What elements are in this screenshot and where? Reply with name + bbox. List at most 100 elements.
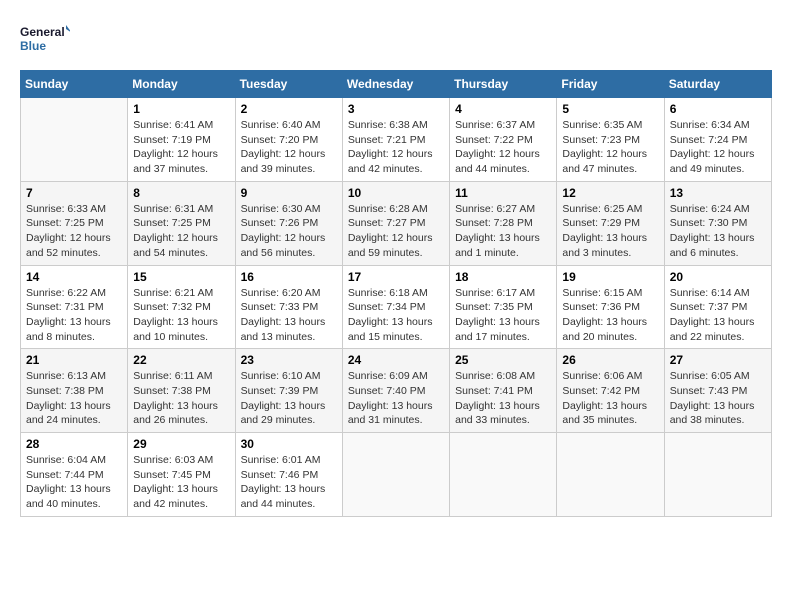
day-info: Sunrise: 6:08 AMSunset: 7:41 PMDaylight:…: [455, 369, 551, 428]
day-info: Sunrise: 6:17 AMSunset: 7:35 PMDaylight:…: [455, 286, 551, 345]
svg-text:General: General: [20, 25, 65, 39]
day-number: 28: [26, 437, 122, 451]
calendar-cell: 26 Sunrise: 6:06 AMSunset: 7:42 PMDayligh…: [557, 349, 664, 433]
day-info: Sunrise: 6:05 AMSunset: 7:43 PMDaylight:…: [670, 369, 766, 428]
day-info: Sunrise: 6:21 AMSunset: 7:32 PMDaylight:…: [133, 286, 229, 345]
calendar-cell: 19 Sunrise: 6:15 AMSunset: 7:36 PMDayligh…: [557, 265, 664, 349]
day-header-thursday: Thursday: [450, 71, 557, 98]
calendar-cell: 2Sunrise: 6:40 AMSunset: 7:20 PMDaylight…: [235, 98, 342, 182]
day-header-wednesday: Wednesday: [342, 71, 449, 98]
calendar-cell: 1 Sunrise: 6:41 AMSunset: 7:19 PMDaylight…: [128, 98, 235, 182]
day-number: 1: [133, 102, 229, 116]
week-row-1: 1 Sunrise: 6:41 AMSunset: 7:19 PMDaylight…: [21, 98, 772, 182]
day-header-tuesday: Tuesday: [235, 71, 342, 98]
week-row-2: 7Sunrise: 6:33 AMSunset: 7:25 PMDaylight…: [21, 181, 772, 265]
calendar-cell: 13 Sunrise: 6:24 AMSunset: 7:30 PMDayligh…: [664, 181, 771, 265]
calendar-cell: [450, 433, 557, 517]
day-info: Sunrise: 6:25 AMSunset: 7:29 PMDaylight:…: [562, 202, 658, 261]
day-number: 16: [241, 270, 337, 284]
day-info: Sunrise: 6:18 AMSunset: 7:34 PMDaylight:…: [348, 286, 444, 345]
day-number: 12: [562, 186, 658, 200]
calendar-cell: 5 Sunrise: 6:35 AMSunset: 7:23 PMDaylight…: [557, 98, 664, 182]
day-number: 24: [348, 353, 444, 367]
day-number: 23: [241, 353, 337, 367]
calendar-cell: 15 Sunrise: 6:21 AMSunset: 7:32 PMDayligh…: [128, 265, 235, 349]
day-number: 3: [348, 102, 444, 116]
day-number: 10: [348, 186, 444, 200]
calendar-table: SundayMondayTuesdayWednesdayThursdayFrid…: [20, 70, 772, 517]
day-info: Sunrise: 6:11 AMSunset: 7:38 PMDaylight:…: [133, 369, 229, 428]
day-number: 5: [562, 102, 658, 116]
calendar-cell: 9 Sunrise: 6:30 AMSunset: 7:26 PMDaylight…: [235, 181, 342, 265]
day-header-friday: Friday: [557, 71, 664, 98]
day-number: 6: [670, 102, 766, 116]
calendar-cell: 11 Sunrise: 6:27 AMSunset: 7:28 PMDayligh…: [450, 181, 557, 265]
calendar-cell: 28 Sunrise: 6:04 AMSunset: 7:44 PMDayligh…: [21, 433, 128, 517]
day-number: 27: [670, 353, 766, 367]
day-info: Sunrise: 6:28 AMSunset: 7:27 PMDaylight:…: [348, 202, 444, 261]
day-info: Sunrise: 6:15 AMSunset: 7:36 PMDaylight:…: [562, 286, 658, 345]
day-number: 26: [562, 353, 658, 367]
day-info: Sunrise: 6:01 AMSunset: 7:46 PMDaylight:…: [241, 453, 337, 512]
calendar-cell: 6 Sunrise: 6:34 AMSunset: 7:24 PMDaylight…: [664, 98, 771, 182]
calendar-cell: [342, 433, 449, 517]
day-info: Sunrise: 6:13 AMSunset: 7:38 PMDaylight:…: [26, 369, 122, 428]
calendar-cell: 25 Sunrise: 6:08 AMSunset: 7:41 PMDayligh…: [450, 349, 557, 433]
day-number: 11: [455, 186, 551, 200]
calendar-cell: 7Sunrise: 6:33 AMSunset: 7:25 PMDaylight…: [21, 181, 128, 265]
calendar-cell: 21 Sunrise: 6:13 AMSunset: 7:38 PMDayligh…: [21, 349, 128, 433]
day-number: 17: [348, 270, 444, 284]
day-number: 20: [670, 270, 766, 284]
day-header-monday: Monday: [128, 71, 235, 98]
calendar-cell: 10 Sunrise: 6:28 AMSunset: 7:27 PMDayligh…: [342, 181, 449, 265]
day-number: 21: [26, 353, 122, 367]
day-info: Sunrise: 6:37 AMSunset: 7:22 PMDaylight:…: [455, 118, 551, 177]
day-header-saturday: Saturday: [664, 71, 771, 98]
calendar-cell: 4Sunrise: 6:37 AMSunset: 7:22 PMDaylight…: [450, 98, 557, 182]
week-row-4: 21 Sunrise: 6:13 AMSunset: 7:38 PMDayligh…: [21, 349, 772, 433]
day-number: 29: [133, 437, 229, 451]
calendar-cell: 3 Sunrise: 6:38 AMSunset: 7:21 PMDaylight…: [342, 98, 449, 182]
day-info: Sunrise: 6:09 AMSunset: 7:40 PMDaylight:…: [348, 369, 444, 428]
day-info: Sunrise: 6:20 AMSunset: 7:33 PMDaylight:…: [241, 286, 337, 345]
day-info: Sunrise: 6:41 AMSunset: 7:19 PMDaylight:…: [133, 118, 229, 177]
day-number: 25: [455, 353, 551, 367]
calendar-cell: 14Sunrise: 6:22 AMSunset: 7:31 PMDayligh…: [21, 265, 128, 349]
day-number: 19: [562, 270, 658, 284]
day-number: 14: [26, 270, 122, 284]
day-number: 15: [133, 270, 229, 284]
day-info: Sunrise: 6:27 AMSunset: 7:28 PMDaylight:…: [455, 202, 551, 261]
logo-icon: General Blue: [20, 20, 70, 60]
calendar-header-row: SundayMondayTuesdayWednesdayThursdayFrid…: [21, 71, 772, 98]
calendar-cell: 30 Sunrise: 6:01 AMSunset: 7:46 PMDayligh…: [235, 433, 342, 517]
day-info: Sunrise: 6:10 AMSunset: 7:39 PMDaylight:…: [241, 369, 337, 428]
page-header: General Blue: [20, 20, 772, 60]
calendar-cell: 8Sunrise: 6:31 AMSunset: 7:25 PMDaylight…: [128, 181, 235, 265]
day-info: Sunrise: 6:30 AMSunset: 7:26 PMDaylight:…: [241, 202, 337, 261]
day-info: Sunrise: 6:04 AMSunset: 7:44 PMDaylight:…: [26, 453, 122, 512]
day-number: 30: [241, 437, 337, 451]
calendar-cell: 18 Sunrise: 6:17 AMSunset: 7:35 PMDayligh…: [450, 265, 557, 349]
day-number: 13: [670, 186, 766, 200]
day-number: 7: [26, 186, 122, 200]
calendar-cell: 29 Sunrise: 6:03 AMSunset: 7:45 PMDayligh…: [128, 433, 235, 517]
logo: General Blue: [20, 20, 70, 60]
calendar-cell: 23 Sunrise: 6:10 AMSunset: 7:39 PMDayligh…: [235, 349, 342, 433]
week-row-5: 28 Sunrise: 6:04 AMSunset: 7:44 PMDayligh…: [21, 433, 772, 517]
day-info: Sunrise: 6:24 AMSunset: 7:30 PMDaylight:…: [670, 202, 766, 261]
day-info: Sunrise: 6:03 AMSunset: 7:45 PMDaylight:…: [133, 453, 229, 512]
calendar-cell: 27 Sunrise: 6:05 AMSunset: 7:43 PMDayligh…: [664, 349, 771, 433]
day-info: Sunrise: 6:35 AMSunset: 7:23 PMDaylight:…: [562, 118, 658, 177]
day-info: Sunrise: 6:38 AMSunset: 7:21 PMDaylight:…: [348, 118, 444, 177]
day-info: Sunrise: 6:31 AMSunset: 7:25 PMDaylight:…: [133, 202, 229, 261]
day-info: Sunrise: 6:34 AMSunset: 7:24 PMDaylight:…: [670, 118, 766, 177]
day-info: Sunrise: 6:40 AMSunset: 7:20 PMDaylight:…: [241, 118, 337, 177]
day-number: 18: [455, 270, 551, 284]
day-number: 9: [241, 186, 337, 200]
calendar-cell: [557, 433, 664, 517]
calendar-cell: [21, 98, 128, 182]
day-info: Sunrise: 6:14 AMSunset: 7:37 PMDaylight:…: [670, 286, 766, 345]
day-info: Sunrise: 6:06 AMSunset: 7:42 PMDaylight:…: [562, 369, 658, 428]
day-number: 22: [133, 353, 229, 367]
calendar-cell: 24 Sunrise: 6:09 AMSunset: 7:40 PMDayligh…: [342, 349, 449, 433]
